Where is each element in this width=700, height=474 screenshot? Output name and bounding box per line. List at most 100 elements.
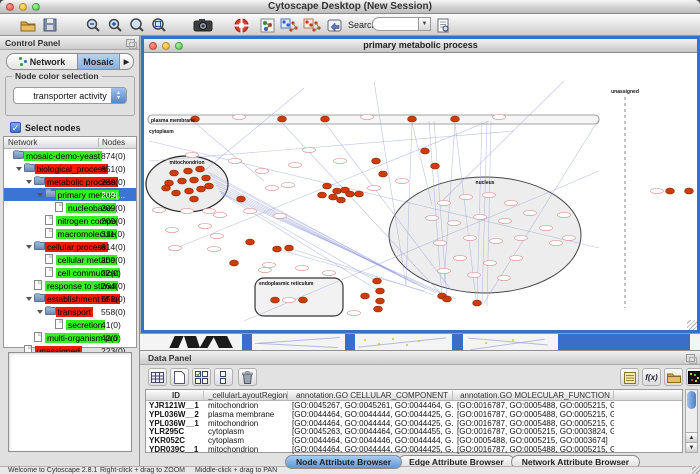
network-node[interactable] [196,166,205,172]
network-node[interactable] [374,306,383,312]
expand-arrow-icon[interactable] [26,297,32,301]
select-attributes-icon[interactable] [192,368,211,386]
network-node[interactable] [202,175,211,181]
scrollbar-thumb[interactable] [687,391,696,409]
network-node[interactable] [205,183,214,189]
window-resize-grip[interactable] [692,466,700,474]
scroll-up-icon[interactable]: ▲ [686,432,697,442]
network-node[interactable] [178,178,187,184]
network-frame-titlebar[interactable]: primary metabolic process [144,39,697,53]
attribute-table-icon[interactable] [148,368,167,386]
network-node[interactable] [162,185,171,191]
float-panel-icon[interactable] [126,39,135,47]
table-row[interactable]: YPL036W__2plasma membrane[GO:0044464, GO… [146,410,682,419]
network-node[interactable] [337,197,346,203]
create-network-view-icon[interactable] [279,16,299,34]
tree-row[interactable]: secretion41(0) [4,318,136,331]
tree-col-network[interactable]: Network [8,138,37,147]
network-node[interactable] [421,148,430,154]
network-node[interactable] [271,297,280,303]
open-folder-icon[interactable] [19,16,37,34]
network-node[interactable] [666,188,675,194]
network-node[interactable] [373,278,382,284]
tree-row[interactable]: mosaic-demo-yeast874(0) [4,149,136,162]
network-node[interactable] [355,191,364,197]
scroll-down-icon[interactable]: ▼ [686,442,697,452]
tree-row[interactable]: response to stimul264(0) [4,279,136,292]
col-molecular-function[interactable]: annotation.GO MOLECULAR_FUNCTION [453,391,614,401]
formula-fx-icon[interactable]: f(x) [642,368,661,386]
expand-arrow-icon[interactable] [16,167,22,171]
tree-row[interactable]: cell communicat22(0) [4,266,136,279]
network-node[interactable] [329,194,338,200]
network-node[interactable] [443,296,452,302]
tree-row[interactable]: multi-organism pro42(0) [4,331,136,344]
tree-row[interactable]: cellular process614(0) [4,240,136,253]
network-node[interactable] [372,158,381,164]
network-node[interactable] [230,260,239,266]
network-node[interactable] [333,188,342,194]
col-layout-region[interactable]: _cellularLayoutRegion [204,391,288,401]
unselect-attributes-icon[interactable] [214,368,233,386]
col-id[interactable]: ID [146,391,204,401]
snapshot-camera-icon[interactable] [192,16,214,34]
network-node[interactable] [190,196,199,202]
tree-row[interactable]: primary metabo209(... [4,188,136,201]
frame-resize-grip[interactable] [687,320,697,330]
network-node[interactable] [185,188,194,194]
network-node[interactable] [346,191,355,197]
save-icon[interactable] [41,16,59,34]
network-node[interactable] [323,183,332,189]
select-nodes-checkbox[interactable]: ✓ [10,122,21,133]
network-node[interactable] [379,171,388,177]
tab-network[interactable]: Network [6,53,78,70]
tree-row[interactable]: metabolic process280(0) [4,175,136,188]
network-node[interactable] [361,293,370,299]
zoom-fit-icon[interactable] [150,16,168,34]
network-node[interactable] [172,190,181,196]
network-node[interactable] [376,288,385,294]
tree-row[interactable]: nucleobase-209(0) [4,201,136,214]
new-attribute-icon[interactable] [170,368,189,386]
network-overview-icon[interactable] [258,16,276,34]
node-color-dropdown[interactable]: transporter activity ▲▼ [13,87,127,104]
tree-row[interactable]: transport558(0) [4,305,136,318]
network-node[interactable] [237,196,246,202]
table-scrollbar[interactable]: ▲ ▼ [685,389,698,453]
expand-arrow-icon[interactable] [26,180,32,184]
network-canvas[interactable]: plasma membranecytoplasmmitochondrionnuc… [144,53,697,330]
destroy-network-view-icon[interactable] [302,16,322,34]
data-panel-float-icon[interactable] [686,354,695,362]
tab-overflow-icon[interactable]: ▶ [120,53,134,70]
table-row[interactable]: YKR052Ccytoplasm[GO:0044464, GO:0044446,… [146,436,682,445]
col-cellular-component[interactable]: annotation.GO CELLULAR_COMPONENT [288,391,453,401]
import-folder-icon[interactable] [664,368,683,386]
attribute-matrix-icon[interactable] [686,368,700,386]
zoom-out-icon[interactable] [84,16,102,34]
annotation-notepad-icon[interactable] [620,368,639,386]
tab-node-attribute-browser[interactable]: Node Attribute Browser [285,455,402,469]
search-advanced-icon[interactable] [434,16,452,34]
tree-row[interactable]: biological_process651(0) [4,162,136,175]
table-row[interactable]: YPL036W__1mitochondrion[GO:0044464, GO:0… [146,419,682,428]
search-input[interactable] [372,17,418,31]
network-node[interactable] [190,177,199,183]
network-node[interactable] [376,298,385,304]
table-row[interactable]: YDR039C__1mitochondrion[GO:0044464, GO:0… [146,445,682,454]
network-node[interactable] [408,116,417,122]
network-node[interactable] [451,116,460,122]
tree-row[interactable]: macromolecule311(0) [4,227,136,240]
network-node[interactable] [278,116,287,122]
network-node[interactable] [321,116,330,122]
network-node[interactable] [197,186,206,192]
network-node[interactable] [273,246,282,252]
zoom-in-icon[interactable] [106,16,124,34]
expand-arrow-icon[interactable] [37,193,43,197]
birds-eye-view[interactable] [8,352,132,452]
network-node[interactable] [685,188,694,194]
search-dropdown-icon[interactable]: ▼ [418,17,431,31]
delete-attribute-trash-icon[interactable] [238,368,257,386]
vizmapper-icon[interactable] [325,16,343,34]
network-node[interactable] [318,192,327,198]
network-node[interactable] [299,297,308,303]
